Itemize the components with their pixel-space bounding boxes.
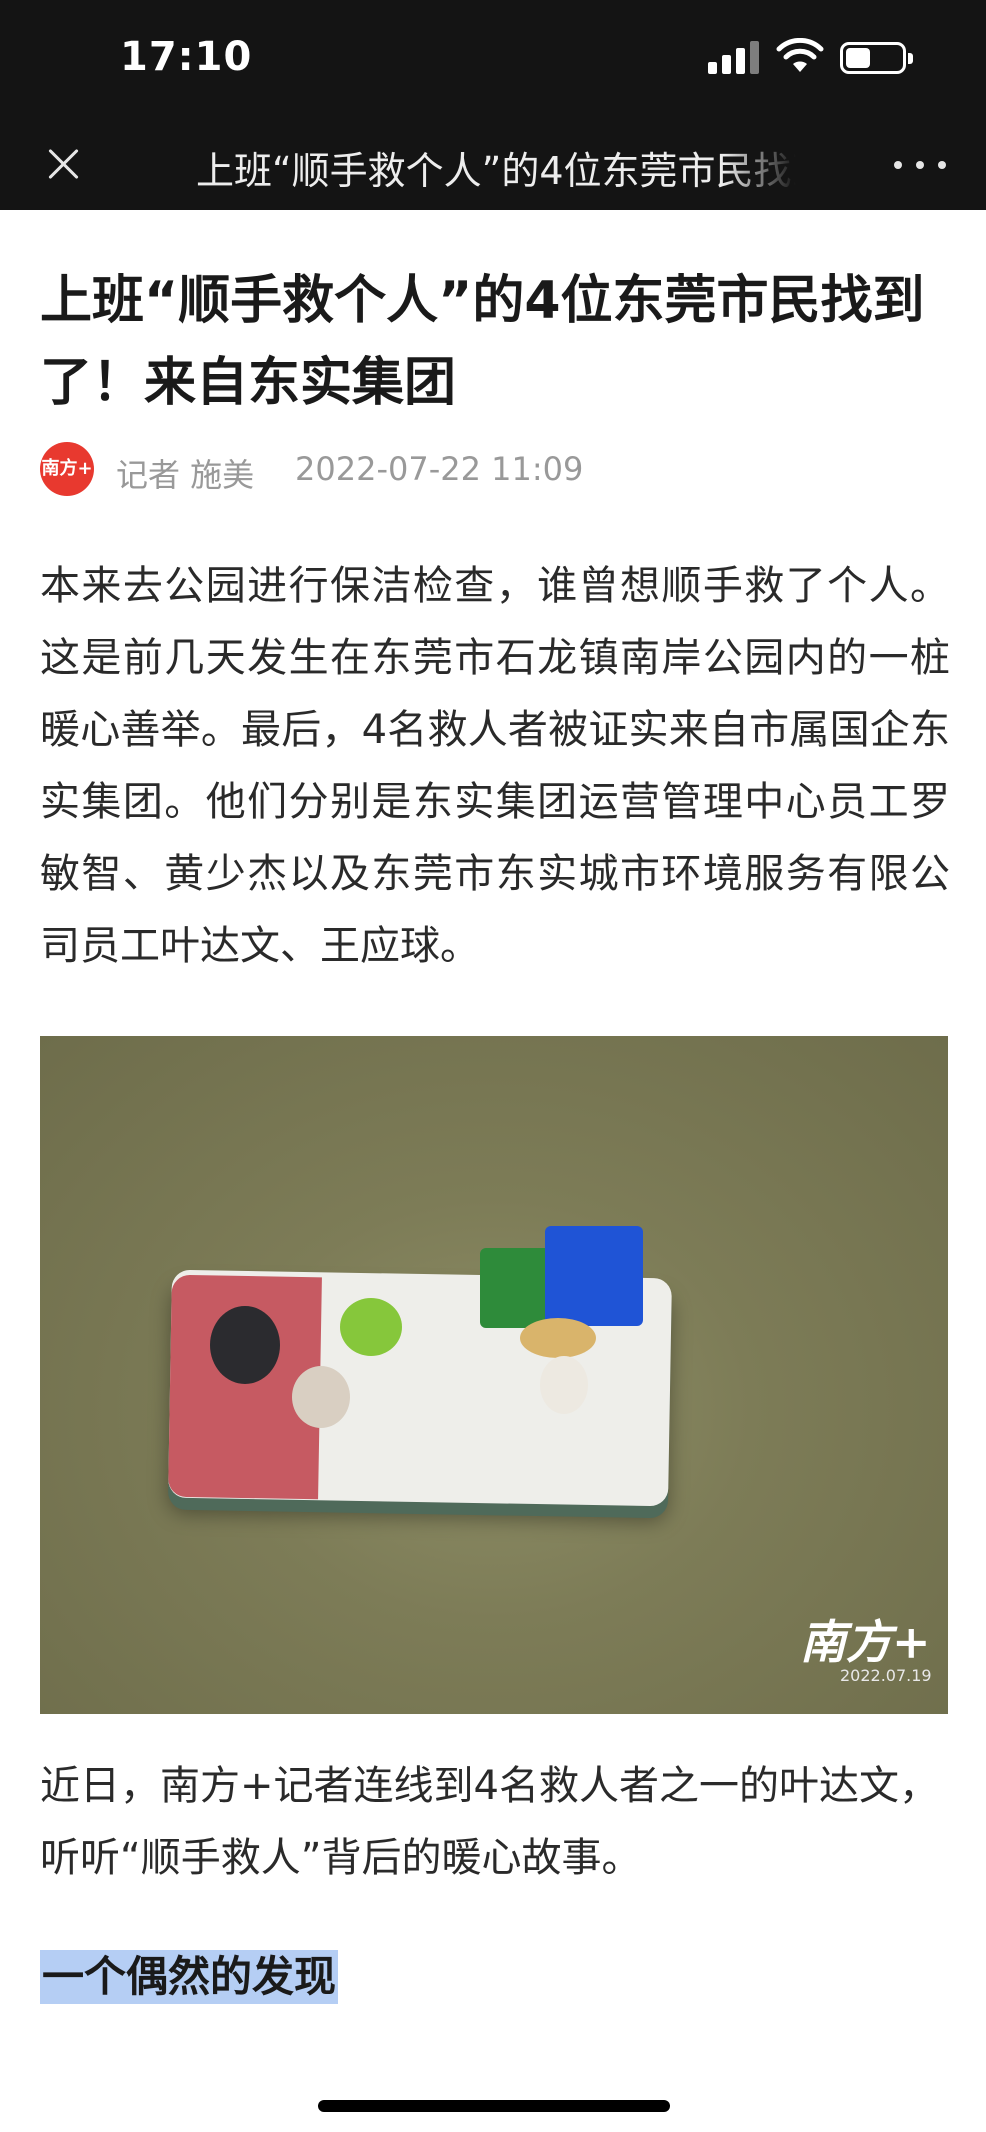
battery-icon — [840, 42, 913, 74]
person-4 — [540, 1356, 588, 1414]
person-2 — [340, 1298, 402, 1356]
wifi-icon — [776, 38, 824, 72]
article: 上班“顺手救个人”的4位东莞市民找到了！来自东实集团 南方+ 记者 施美 202… — [40, 260, 950, 2004]
green-crate — [480, 1248, 550, 1328]
photo-watermark: 南方+ — [800, 1615, 931, 1669]
section-subheading: 一个偶然的发现 — [40, 1950, 339, 2004]
person-3 — [292, 1366, 350, 1428]
status-bar: 17:10 — [0, 0, 986, 118]
close-icon[interactable] — [36, 136, 92, 192]
author-name[interactable]: 记者 施美 — [116, 450, 254, 496]
source-logo[interactable]: 南方+ — [40, 442, 94, 496]
nav-bar: 上班“顺手救个人”的4位东莞市民找到了！来自东实集团 — [0, 118, 986, 210]
person-1 — [210, 1306, 280, 1384]
article-title: 上班“顺手救个人”的4位东莞市民找到了！来自东实集团 — [40, 271, 925, 413]
top-bar: 17:10 上班“顺手救个人”的4位东莞市民找到了！来自东实集团 — [0, 0, 986, 210]
article-photo[interactable]: 南方+ 2022.07.19 — [40, 1036, 948, 1714]
paragraph-1: 本来去公园进行保洁检查，谁曾想顺手救了个人。这是前几天发生在东莞市石龙镇南岸公园… — [40, 563, 950, 969]
status-time: 17:10 — [120, 34, 253, 80]
photo-watermark-date: 2022.07.19 — [840, 1666, 932, 1685]
blue-crate — [545, 1226, 643, 1326]
cellular-signal-icon — [708, 40, 762, 74]
person-4-hat — [520, 1318, 596, 1358]
article-meta: 南方+ 记者 施美 2022-07-22 11:09 — [40, 438, 950, 498]
home-indicator[interactable] — [318, 2100, 670, 2112]
more-options-icon[interactable] — [890, 144, 950, 184]
publish-date: 2022-07-22 11:09 — [295, 450, 584, 488]
nav-title: 上班“顺手救个人”的4位东莞市民找到了！来自东实集团 — [196, 149, 796, 190]
paragraph-2: 近日，南方+记者连线到4名救人者之一的叶达文，听听“顺手救人”背后的暖心故事。 — [40, 1763, 939, 1881]
